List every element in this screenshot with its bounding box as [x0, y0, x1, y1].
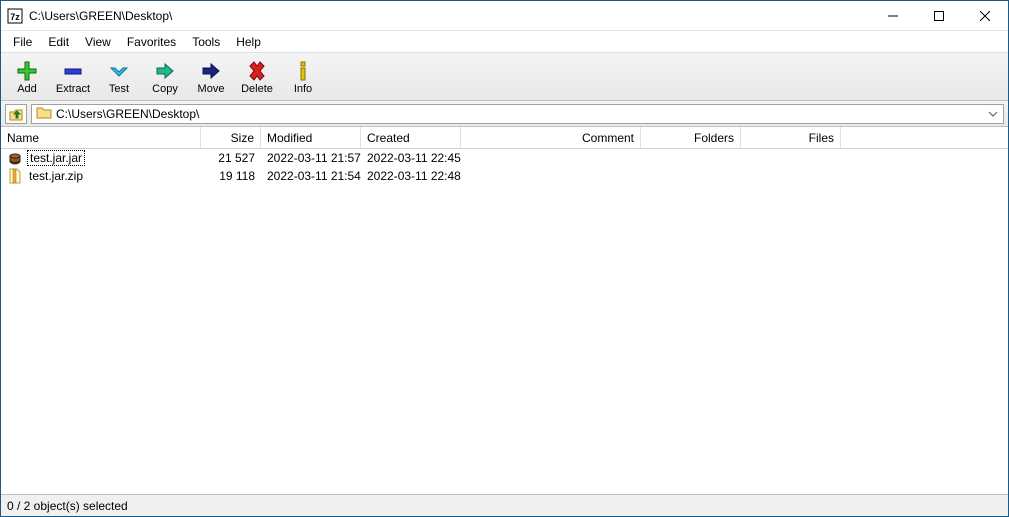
- file-name: test.jar.jar: [27, 150, 85, 166]
- file-rows[interactable]: test.jar.jar21 5272022-03-11 21:572022-0…: [1, 149, 1008, 494]
- menu-file[interactable]: File: [5, 33, 40, 51]
- check-icon: [107, 59, 131, 83]
- minus-icon: [61, 59, 85, 83]
- info-button[interactable]: Info: [283, 57, 323, 97]
- table-row[interactable]: test.jar.jar 21 5272022-03-11 21:572022-0…: [1, 149, 1008, 167]
- test-button[interactable]: Test: [99, 57, 139, 97]
- col-modified[interactable]: Modified: [261, 127, 361, 148]
- column-headers: Name Size Modified Created Comment Folde…: [1, 127, 1008, 149]
- minimize-button[interactable]: [870, 1, 916, 30]
- window-controls: [870, 1, 1008, 30]
- add-button[interactable]: Add: [7, 57, 47, 97]
- window-title: C:\Users\GREEN\Desktop\: [29, 9, 870, 23]
- move-button[interactable]: Move: [191, 57, 231, 97]
- col-comment[interactable]: Comment: [461, 127, 641, 148]
- extract-label: Extract: [56, 83, 90, 95]
- menubar: File Edit View Favorites Tools Help: [1, 31, 1008, 53]
- table-row[interactable]: test.jar.zip 19 1182022-03-11 21:542022-0…: [1, 167, 1008, 185]
- col-name[interactable]: Name: [1, 127, 201, 148]
- col-folders[interactable]: Folders: [641, 127, 741, 148]
- file-created: 2022-03-11 22:48: [361, 169, 461, 183]
- titlebar: 7z C:\Users\GREEN\Desktop\: [1, 1, 1008, 31]
- svg-text:7z: 7z: [10, 12, 20, 22]
- delete-button[interactable]: Delete: [237, 57, 277, 97]
- menu-tools[interactable]: Tools: [184, 33, 228, 51]
- menu-edit[interactable]: Edit: [40, 33, 77, 51]
- file-size: 19 118: [201, 169, 261, 183]
- folder-icon: [36, 104, 52, 123]
- file-size: 21 527: [201, 151, 261, 165]
- file-modified: 2022-03-11 21:54: [261, 169, 361, 183]
- toolbar: Add Extract Test Copy Move: [1, 53, 1008, 101]
- col-created[interactable]: Created: [361, 127, 461, 148]
- close-button[interactable]: [962, 1, 1008, 30]
- app-icon: 7z: [7, 8, 23, 24]
- status-text: 0 / 2 object(s) selected: [7, 499, 128, 513]
- info-icon: [291, 59, 315, 83]
- statusbar: 0 / 2 object(s) selected: [1, 494, 1008, 516]
- test-label: Test: [109, 83, 129, 95]
- move-label: Move: [198, 83, 225, 95]
- col-size[interactable]: Size: [201, 127, 261, 148]
- jar-icon: [7, 150, 23, 166]
- path-text: C:\Users\GREEN\Desktop\: [56, 107, 199, 121]
- delete-x-icon: [245, 59, 269, 83]
- plus-icon: [15, 59, 39, 83]
- menu-view[interactable]: View: [77, 33, 119, 51]
- up-button[interactable]: [5, 104, 27, 124]
- file-modified: 2022-03-11 21:57: [261, 151, 361, 165]
- add-label: Add: [17, 83, 37, 95]
- extract-button[interactable]: Extract: [53, 57, 93, 97]
- menu-help[interactable]: Help: [228, 33, 269, 51]
- copy-button[interactable]: Copy: [145, 57, 185, 97]
- menu-favorites[interactable]: Favorites: [119, 33, 184, 51]
- delete-label: Delete: [241, 83, 273, 95]
- copy-arrow-icon: [153, 59, 177, 83]
- move-arrow-icon: [199, 59, 223, 83]
- file-created: 2022-03-11 22:45: [361, 151, 461, 165]
- copy-label: Copy: [152, 83, 178, 95]
- col-files[interactable]: Files: [741, 127, 841, 148]
- chevron-down-icon[interactable]: [985, 105, 1001, 123]
- info-label: Info: [294, 83, 312, 95]
- file-name: test.jar.zip: [27, 169, 85, 183]
- path-combo[interactable]: C:\Users\GREEN\Desktop\: [31, 104, 1004, 124]
- zip-icon: [7, 168, 23, 184]
- file-list: Name Size Modified Created Comment Folde…: [1, 127, 1008, 494]
- maximize-button[interactable]: [916, 1, 962, 30]
- pathbar: C:\Users\GREEN\Desktop\: [1, 101, 1008, 127]
